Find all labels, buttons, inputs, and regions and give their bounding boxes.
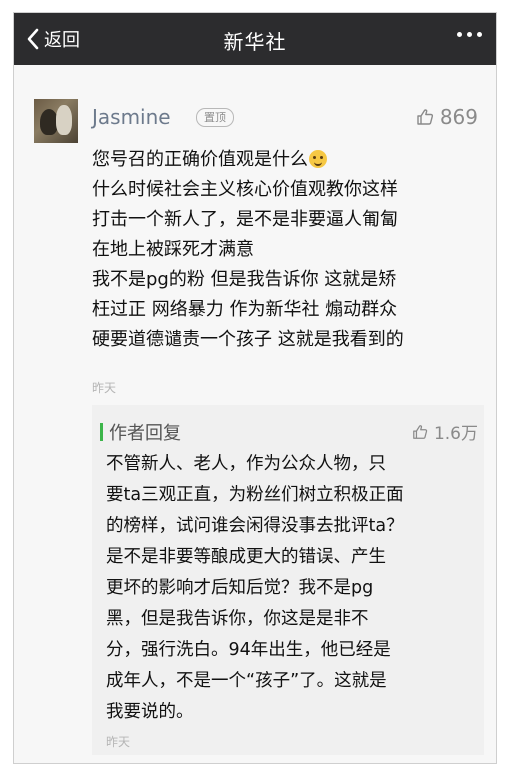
thumbs-up-icon bbox=[417, 109, 433, 125]
phone-screen: 返回 新华社 Jasmine 置顶 869 您号召的正确价值观是什么 什么时候社… bbox=[13, 12, 497, 764]
reply-line: 更坏的影响才后知后觉？我不是pg bbox=[106, 578, 374, 598]
pinned-badge: 置顶 bbox=[196, 108, 234, 127]
page-title: 新华社 bbox=[223, 30, 287, 54]
comment-line: 在地上被踩死才满意 bbox=[92, 239, 254, 260]
more-dot-icon bbox=[457, 32, 462, 37]
comment-line: 硬要道德谴责一个孩子 这就是我看到的 bbox=[92, 329, 404, 350]
comment-like-count: 869 bbox=[439, 105, 478, 129]
reply-line: 要ta三观正直，为粉丝们树立积极正面 bbox=[106, 485, 404, 505]
reply-accent-bar bbox=[100, 423, 103, 441]
avatar[interactable] bbox=[34, 99, 78, 143]
more-dot-icon bbox=[467, 32, 472, 37]
reply-line: 不管新人、老人，作为公众人物，只 bbox=[106, 454, 386, 474]
reply-like-count: 1.6万 bbox=[433, 424, 478, 444]
comment-line: 打击一个新人了，是不是非要逼人匍匐 bbox=[92, 209, 398, 230]
comment-line: 您号召的正确价值观是什么 bbox=[92, 145, 484, 175]
reply-line: 是不是非要等酿成更大的错误、产生 bbox=[106, 547, 386, 567]
reply-line: 黑，但是我告诉你，你这是是非不 bbox=[106, 609, 369, 629]
comment-like-button[interactable]: 869 bbox=[416, 105, 478, 129]
navigation-bar: 返回 新华社 bbox=[14, 13, 496, 65]
reply-line: 成年人，不是一个“孩子”了。这就是 bbox=[106, 671, 387, 691]
comment-line: 枉过正 网络暴力 作为新华社 煽动群众 bbox=[92, 299, 398, 320]
reply-like-button[interactable]: 1.6万 bbox=[412, 419, 478, 444]
reply-timestamp: 昨天 bbox=[106, 735, 131, 749]
smile-emoji-icon bbox=[309, 150, 327, 168]
reply-line: 分，强行洗白。94年出生，他已经是 bbox=[106, 640, 391, 660]
reply-text: 不管新人、老人，作为公众人物，只 要ta三观正直，为粉丝们树立积极正面 的榜样，… bbox=[106, 449, 404, 728]
author-reply-card: 作者回复 1.6万 不管新人、老人，作为公众人物，只 要ta三观正直，为粉丝们树… bbox=[92, 405, 484, 755]
more-dot-icon bbox=[477, 32, 482, 37]
comment-card: Jasmine 置顶 869 您号召的正确价值观是什么 什么时候社会主义核心价值… bbox=[14, 65, 496, 395]
comment-timestamp: 昨天 bbox=[92, 381, 117, 395]
reply-label: 作者回复 bbox=[109, 423, 181, 444]
reply-line: 的榜样，试问谁会闲得没事去批评ta？ bbox=[106, 516, 404, 536]
reply-header: 作者回复 bbox=[100, 419, 181, 445]
reply-line: 我要说的。 bbox=[106, 702, 194, 722]
comment-line: 什么时候社会主义核心价值观教你这样 bbox=[92, 179, 398, 200]
comment-username[interactable]: Jasmine bbox=[92, 105, 171, 129]
more-options-button[interactable] bbox=[457, 32, 482, 37]
comment-text: 您号召的正确价值观是什么 什么时候社会主义核心价值观教你这样 打击一个新人了，是… bbox=[92, 145, 484, 355]
comment-line: 我不是pg的粉 但是我告诉你 这就是矫 bbox=[92, 269, 397, 290]
thumbs-up-icon bbox=[413, 424, 428, 439]
